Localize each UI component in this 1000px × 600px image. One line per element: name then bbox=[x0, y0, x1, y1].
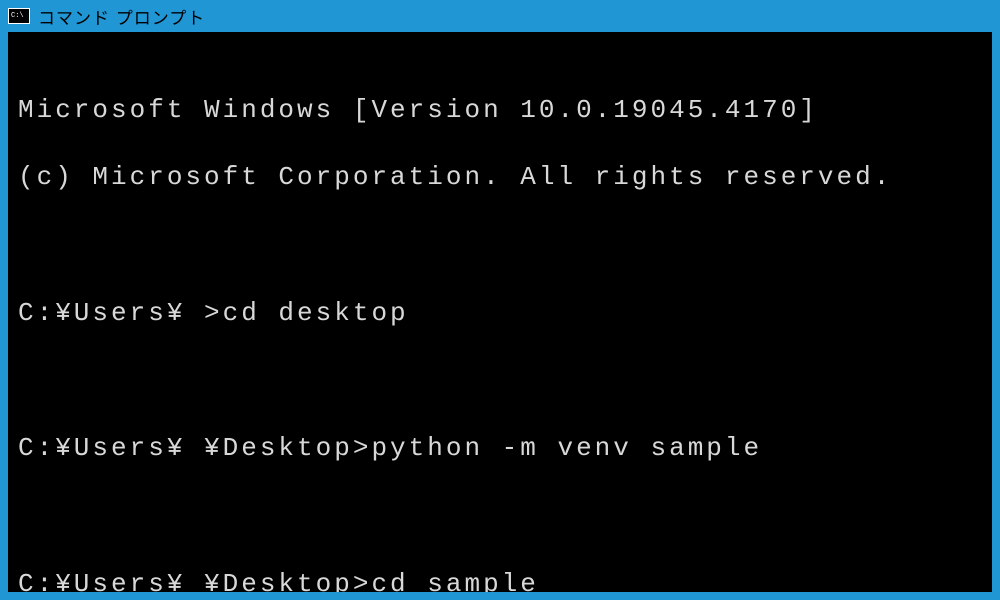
terminal-line: C:¥Users¥ ¥Desktop>python -m venv sample bbox=[18, 432, 982, 466]
terminal-output[interactable]: Microsoft Windows [Version 10.0.19045.41… bbox=[8, 32, 992, 592]
terminal-line: C:¥Users¥ >cd desktop bbox=[18, 297, 982, 331]
terminal-line: Microsoft Windows [Version 10.0.19045.41… bbox=[18, 94, 982, 128]
blank-line bbox=[18, 500, 982, 534]
blank-line bbox=[18, 364, 982, 398]
blank-line bbox=[18, 229, 982, 263]
terminal-line: (c) Microsoft Corporation. All rights re… bbox=[18, 161, 982, 195]
terminal-line: C:¥Users¥ ¥Desktop>cd sample bbox=[18, 568, 982, 592]
window-title: コマンド プロンプト bbox=[38, 4, 205, 29]
cmd-icon bbox=[8, 8, 30, 24]
titlebar[interactable]: コマンド プロンプト bbox=[0, 0, 1000, 32]
